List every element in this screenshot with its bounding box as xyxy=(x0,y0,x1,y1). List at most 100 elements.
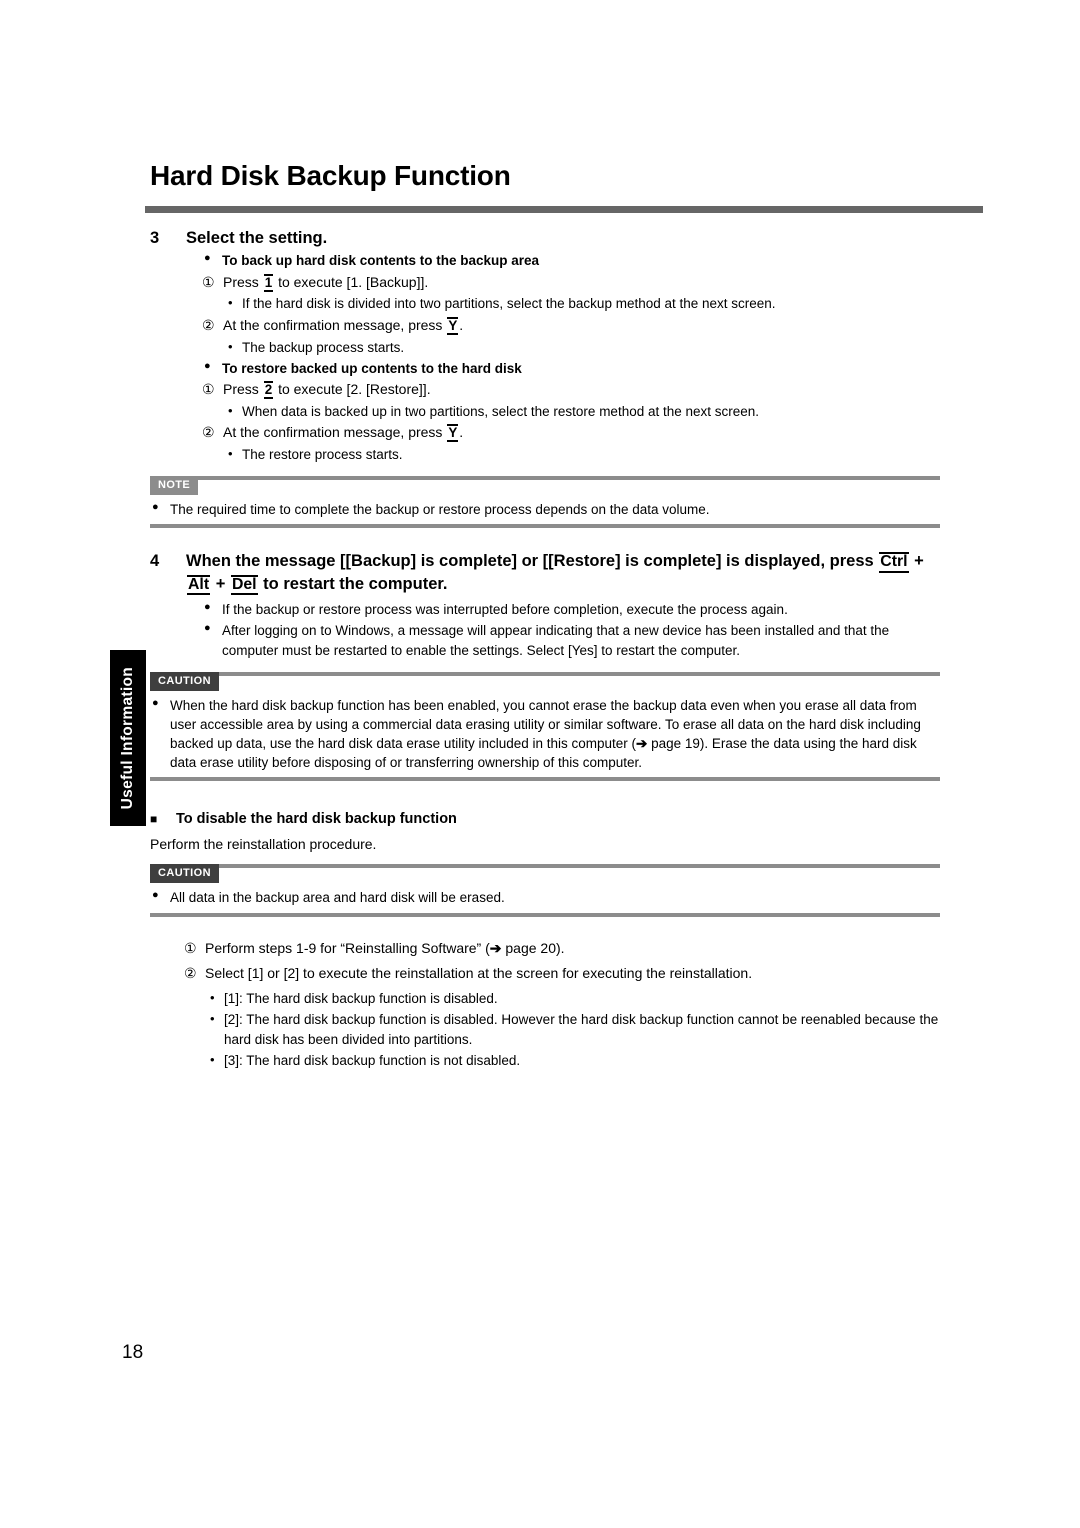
reinstall-step-2: ② Select [1] or [2] to execute the reins… xyxy=(184,964,940,984)
backup-step-2-pre: At the confirmation message, press xyxy=(223,316,443,333)
side-tab-useful-information: Useful Information xyxy=(110,650,146,826)
step-3: 3 Select the setting. ● To back up hard … xyxy=(150,227,940,464)
backup-group-heading-text: To back up hard disk contents to the bac… xyxy=(222,253,540,269)
backup-step-2-post: . xyxy=(459,316,464,333)
backup-step-2-sub-text: The backup process starts. xyxy=(242,339,405,355)
caution-box-2: CAUTION ● All data in the backup area an… xyxy=(150,864,940,917)
disc-bullet-icon: ● xyxy=(152,696,159,709)
document-page: Useful Information Hard Disk Backup Func… xyxy=(0,0,1080,1528)
step-4-bullet-1-text: If the backup or restore process was int… xyxy=(222,602,788,618)
caution-1-top-rule: CAUTION xyxy=(150,671,940,691)
reinstall-option-3: • [3]: The hard disk backup function is … xyxy=(210,1051,940,1070)
key-y-backup: Y xyxy=(447,316,459,335)
step-4-heading-part2: to restart the computer. xyxy=(263,574,448,593)
restore-step-2-text: At the confirmation message, press Y. xyxy=(223,423,940,443)
circled-two-icon: ② xyxy=(184,965,197,982)
caution-2-bottom-rule xyxy=(150,912,940,917)
reinstall-step-2-text: Select [1] or [2] to execute the reinsta… xyxy=(205,965,753,982)
key-y-restore: Y xyxy=(447,423,459,442)
restore-step-1-sub-text: When data is backed up in two partitions… xyxy=(242,403,760,419)
page-title: Hard Disk Backup Function xyxy=(150,160,511,191)
backup-step-1-sub-text: If the hard disk is divided into two par… xyxy=(242,296,776,312)
restore-step-1-post: to execute [2. [Restore]]. xyxy=(278,380,431,397)
caution-badge: CAUTION xyxy=(150,671,219,691)
reinstall-option-1-text: [1]: The hard disk backup function is di… xyxy=(224,991,498,1007)
plus-sign-2: + xyxy=(215,574,226,593)
key-2: 2 xyxy=(263,380,274,399)
side-tab-label: Useful Information xyxy=(119,666,136,810)
caution-2-top-rule: CAUTION xyxy=(150,864,940,884)
right-arrow-icon: ➔ xyxy=(489,939,502,956)
reinstall-steps-list: ① Perform steps 1-9 for “Reinstalling So… xyxy=(150,939,940,1070)
page-number: 18 xyxy=(122,1342,144,1363)
key-ctrl: Ctrl xyxy=(879,552,909,573)
restore-step-2-post: . xyxy=(459,423,464,440)
dot-bullet-icon: • xyxy=(210,1011,215,1027)
reinstall-option-2: • [2]: The hard disk backup function is … xyxy=(210,1010,940,1048)
caution-1-page-ref: page 19 xyxy=(647,736,700,752)
reinstall-option-3-text: [3]: The hard disk backup function is no… xyxy=(224,1052,521,1068)
restore-step-1-pre: Press xyxy=(223,380,259,397)
disc-bullet-icon: ● xyxy=(204,252,211,265)
restore-group-heading: ● To restore backed up contents to the h… xyxy=(204,359,940,378)
restore-step-2-sub: • The restore process starts. xyxy=(228,445,940,464)
dot-bullet-icon: • xyxy=(228,295,233,311)
caution-1-text: When the hard disk backup function has b… xyxy=(170,696,940,773)
step-4-heading: When the message [[Backup] is complete] … xyxy=(186,550,940,596)
restore-group-heading-text: To restore backed up contents to the har… xyxy=(222,360,522,376)
circled-one-icon: ① xyxy=(184,939,197,956)
backup-step-1-text: Press 1 to execute [1. [Backup]]. xyxy=(223,273,940,293)
caution-1-body: ● When the hard disk backup function has… xyxy=(150,676,940,778)
note-bullet-row: ● The required time to complete the back… xyxy=(152,500,940,519)
title-rule xyxy=(145,206,983,214)
disc-bullet-icon: ● xyxy=(204,601,211,614)
reinstall-step-1-after-arrow: ). xyxy=(556,939,565,956)
backup-group-heading: ● To back up hard disk contents to the b… xyxy=(204,251,940,270)
caution-2-text: All data in the backup area and hard dis… xyxy=(170,890,505,906)
key-alt: Alt xyxy=(187,574,211,596)
note-badge: NOTE xyxy=(150,475,199,495)
key-del: Del xyxy=(230,574,258,596)
dot-bullet-icon: • xyxy=(228,338,233,354)
disable-section-heading: ■ To disable the hard disk backup functi… xyxy=(150,811,940,827)
step-4-bullet-2: ● After logging on to Windows, a message… xyxy=(204,621,940,659)
disc-bullet-icon: ● xyxy=(204,359,211,372)
disc-bullet-icon: ● xyxy=(204,622,211,635)
dot-bullet-icon: • xyxy=(210,1051,215,1067)
dot-bullet-icon: • xyxy=(228,402,233,418)
reinstall-step-1-text: Perform steps 1-9 for “Reinstalling Soft… xyxy=(205,939,940,959)
reinstall-step-1: ① Perform steps 1-9 for “Reinstalling So… xyxy=(184,939,940,959)
square-bullet-icon: ■ xyxy=(150,812,158,827)
dot-bullet-icon: • xyxy=(210,990,215,1006)
step-4-number: 4 xyxy=(150,552,160,571)
note-box-top-rule: NOTE xyxy=(150,475,940,495)
backup-step-2-text: At the confirmation message, press Y. xyxy=(223,316,940,336)
key-1: 1 xyxy=(263,273,274,292)
backup-step-1: ① Press 1 to execute [1. [Backup]]. xyxy=(202,273,940,293)
page-content: Hard Disk Backup Function 3 Select the s… xyxy=(145,160,983,1070)
disable-section-heading-text: To disable the hard disk backup function xyxy=(176,811,457,828)
step-4: 4 When the message [[Backup] is complete… xyxy=(150,550,940,660)
restore-step-2-pre: At the confirmation message, press xyxy=(223,423,443,440)
restore-step-2-sub-text: The restore process starts. xyxy=(242,446,403,462)
circled-one-icon: ① xyxy=(202,380,215,397)
caution-2-body: ● All data in the backup area and hard d… xyxy=(150,868,940,912)
disc-bullet-icon: ● xyxy=(152,889,159,902)
caution-badge: CAUTION xyxy=(150,864,219,884)
caution-2-bullet-row: ● All data in the backup area and hard d… xyxy=(152,888,940,907)
caution-1-bottom-rule xyxy=(150,777,940,782)
backup-step-2-sub: • The backup process starts. xyxy=(228,338,940,357)
reinstall-option-1: • [1]: The hard disk backup function is … xyxy=(210,989,940,1008)
plus-sign-1: + xyxy=(914,552,924,571)
disc-bullet-icon: ● xyxy=(152,500,159,513)
disable-section-body: Perform the reinstallation procedure. xyxy=(150,836,377,853)
backup-step-2: ② At the confirmation message, press Y. xyxy=(202,316,940,336)
step-3-heading: Select the setting. xyxy=(186,229,328,248)
step-4-heading-part1: When the message [[Backup] is complete] … xyxy=(186,552,874,571)
note-box: NOTE ● The required time to complete the… xyxy=(150,475,940,529)
step-4-bullet-1: ● If the backup or restore process was i… xyxy=(204,600,940,619)
reinstall-option-2-text: [2]: The hard disk backup function is di… xyxy=(224,1012,939,1047)
step-4-bullet-2-text: After logging on to Windows, a message w… xyxy=(222,623,890,658)
circled-two-icon: ② xyxy=(202,423,215,440)
note-text: The required time to complete the backup… xyxy=(170,501,710,517)
